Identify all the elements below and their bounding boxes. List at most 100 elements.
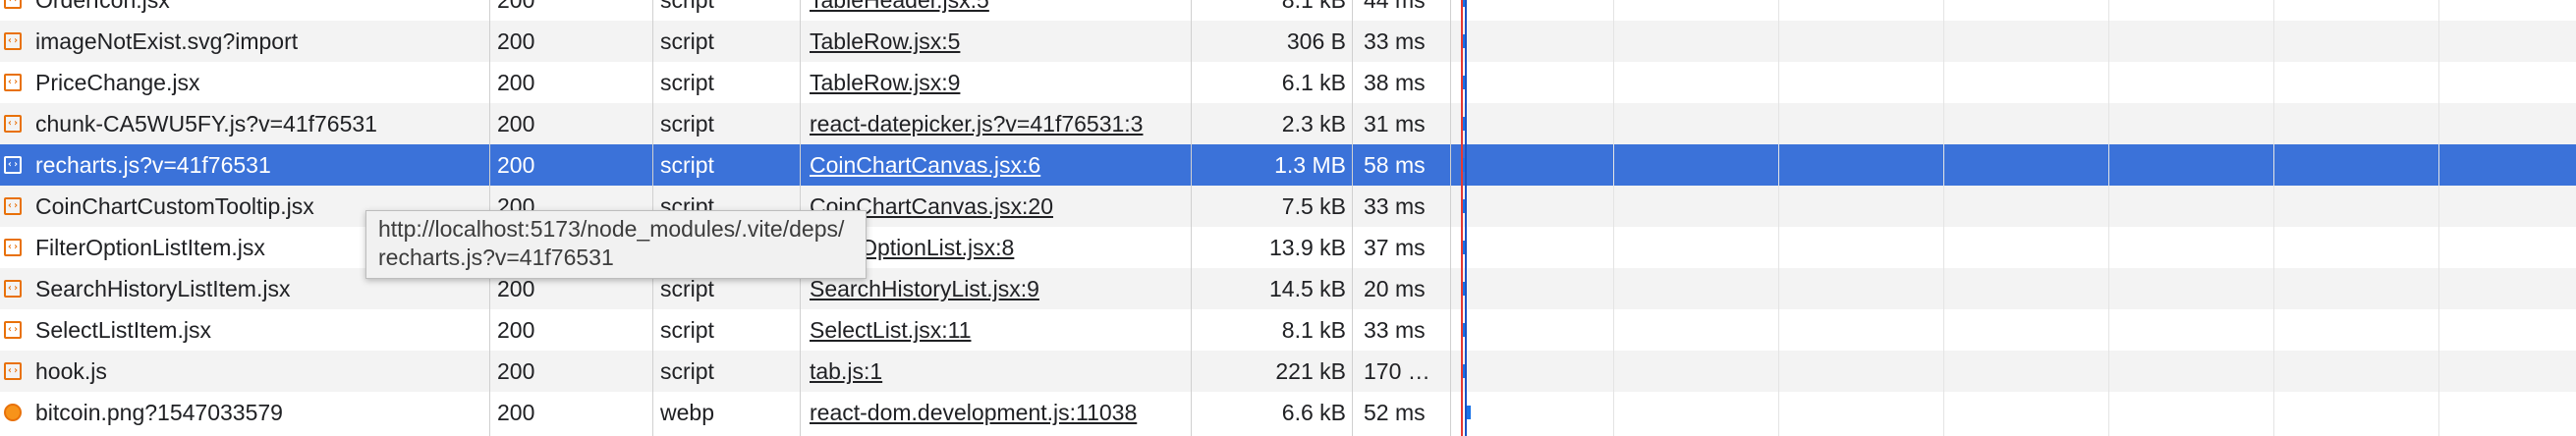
- script-file-icon: ‹›: [4, 197, 22, 215]
- domcontentloaded-marker: [1465, 0, 1467, 436]
- time-cell: 37 ms: [1364, 235, 1426, 260]
- time-cell: 170 …: [1364, 358, 1430, 384]
- initiator-cell: react-datepicker.js?v=41f76531:3: [802, 103, 1191, 144]
- size-column-divider[interactable]: [1352, 0, 1353, 436]
- request-name[interactable]: imageNotExist.svg?import: [35, 21, 298, 62]
- script-file-icon: ‹›: [4, 321, 22, 339]
- name-cell[interactable]: ‹› imageNotExist.svg?import: [0, 21, 489, 62]
- status-cell: 200: [497, 358, 535, 384]
- waterfall-gridline: [2438, 0, 2439, 436]
- size-cell: 7.5 kB: [1281, 193, 1346, 219]
- name-cell[interactable]: ‹› hook.js: [0, 351, 489, 392]
- status-cell: 200: [497, 111, 535, 136]
- request-name[interactable]: SearchHistoryListItem.jsx: [35, 268, 290, 309]
- waterfall-bar[interactable]: [1467, 406, 1471, 419]
- time-cell: 33 ms: [1364, 28, 1426, 54]
- time-cell: 33 ms: [1364, 317, 1426, 343]
- type-cell: script: [660, 111, 714, 136]
- initiator-cell: TableHeader.jsx:5: [802, 0, 1191, 21]
- request-name[interactable]: hook.js: [35, 351, 107, 392]
- waterfall-gridline: [1778, 0, 1779, 436]
- script-file-icon: ‹›: [4, 0, 22, 9]
- request-name[interactable]: CoinChartCustomTooltip.jsx: [35, 186, 314, 227]
- table-row[interactable]: ‹› OrderIcon.jsx 200 script TableHeader.jsx:…: [0, 0, 2576, 21]
- waterfall-gridline: [1613, 0, 1614, 436]
- size-cell: 6.6 kB: [1281, 400, 1346, 425]
- size-cell: 13.9 kB: [1269, 235, 1346, 260]
- request-name[interactable]: chunk-CA5WU5FY.js?v=41f76531: [35, 103, 377, 144]
- script-file-icon: ‹›: [4, 115, 22, 133]
- time-cell: 31 ms: [1364, 111, 1426, 136]
- request-name[interactable]: SelectListItem.jsx: [35, 309, 211, 351]
- table-row[interactable]: ‹› PriceChange.jsx 200 script TableRow.jsx:9…: [0, 62, 2576, 103]
- initiator-link[interactable]: SelectList.jsx:11: [810, 317, 971, 343]
- time-cell: 44 ms: [1364, 0, 1426, 13]
- time-cell: 58 ms: [1364, 152, 1426, 178]
- request-name[interactable]: recharts.js?v=41f76531: [35, 144, 271, 186]
- initiator-cell: react-dom.development.js:11038: [802, 392, 1191, 433]
- initiator-link[interactable]: SearchHistoryList.jsx:9: [810, 276, 1039, 301]
- initiator-cell: TableRow.jsx:9: [802, 62, 1191, 103]
- time-column-divider[interactable]: [1450, 0, 1451, 436]
- size-cell: 14.5 kB: [1269, 276, 1346, 301]
- script-file-icon: ‹›: [4, 239, 22, 256]
- type-cell: script: [660, 358, 714, 384]
- script-file-icon: ‹›: [4, 156, 22, 174]
- initiator-cell: tab.js:1: [802, 351, 1191, 392]
- initiator-link[interactable]: react-dom.development.js:11038: [810, 400, 1137, 425]
- initiator-link[interactable]: react-datepicker.js?v=41f76531:3: [810, 111, 1143, 136]
- table-row[interactable]: ‹› SelectListItem.jsx 200 script SelectList.…: [0, 309, 2576, 351]
- initiator-link[interactable]: CoinChartCanvas.jsx:6: [810, 152, 1040, 178]
- script-file-icon: ‹›: [4, 74, 22, 91]
- url-tooltip: http://localhost:5173/node_modules/.vite…: [365, 210, 867, 279]
- table-row[interactable]: ‹› hook.js 200 script tab.js:1 221 kB 170 …: [0, 351, 2576, 392]
- size-cell: 2.3 kB: [1281, 111, 1346, 136]
- tooltip-url-line-2: recharts.js?v=41f76531: [378, 245, 614, 270]
- script-file-icon: ‹›: [4, 280, 22, 298]
- waterfall-gridline: [1943, 0, 1944, 436]
- name-cell[interactable]: ‹› SelectListItem.jsx: [0, 309, 489, 351]
- script-file-icon: ‹›: [4, 32, 22, 50]
- size-cell: 6.1 kB: [1281, 70, 1346, 95]
- time-cell: 33 ms: [1364, 193, 1426, 219]
- status-cell: 200: [497, 70, 535, 95]
- initiator-link[interactable]: TableRow.jsx:9: [810, 70, 960, 95]
- status-cell: 200: [497, 400, 535, 425]
- name-cell[interactable]: ‹› OrderIcon.jsx: [0, 0, 489, 21]
- status-cell: 200: [497, 152, 535, 178]
- request-name[interactable]: PriceChange.jsx: [35, 62, 199, 103]
- initiator-link[interactable]: TableRow.jsx:5: [810, 28, 960, 54]
- table-row[interactable]: ‹› recharts.js?v=41f76531 200 script CoinCha…: [0, 144, 2576, 186]
- name-cell[interactable]: ‹› PriceChange.jsx: [0, 62, 489, 103]
- tooltip-url-line-1: http://localhost:5173/node_modules/.vite…: [378, 216, 845, 242]
- initiator-link[interactable]: tab.js:1: [810, 358, 882, 384]
- script-file-icon: ‹›: [4, 362, 22, 380]
- request-name[interactable]: FilterOptionListItem.jsx: [35, 227, 265, 268]
- table-row[interactable]: bitcoin.png?1547033579 200 webp react-dom.d…: [0, 392, 2576, 433]
- waterfall-gridline: [2273, 0, 2274, 436]
- type-cell: script: [660, 152, 714, 178]
- time-cell: 52 ms: [1364, 400, 1426, 425]
- type-cell: script: [660, 70, 714, 95]
- request-name[interactable]: OrderIcon.jsx: [35, 0, 170, 21]
- name-cell[interactable]: bitcoin.png?1547033579: [0, 392, 489, 433]
- status-cell: 200: [497, 0, 535, 13]
- table-row[interactable]: ‹› chunk-CA5WU5FY.js?v=41f76531 200 script r…: [0, 103, 2576, 144]
- size-cell: 1.3 MB: [1274, 152, 1346, 178]
- type-cell: script: [660, 28, 714, 54]
- initiator-column-divider[interactable]: [1191, 0, 1192, 436]
- size-cell: 8.1 kB: [1281, 317, 1346, 343]
- request-name[interactable]: bitcoin.png?1547033579: [35, 392, 283, 433]
- load-event-marker: [1461, 0, 1463, 436]
- name-cell[interactable]: ‹› chunk-CA5WU5FY.js?v=41f76531: [0, 103, 489, 144]
- time-cell: 38 ms: [1364, 70, 1426, 95]
- network-request-table: ‹› OrderIcon.jsx 200 script TableHeader.jsx:…: [0, 0, 2576, 436]
- image-file-icon: [4, 404, 22, 421]
- name-cell[interactable]: ‹› recharts.js?v=41f76531: [0, 144, 489, 186]
- time-cell: 20 ms: [1364, 276, 1426, 301]
- type-cell: webp: [660, 400, 714, 425]
- initiator-cell: TableRow.jsx:5: [802, 21, 1191, 62]
- type-cell: script: [660, 317, 714, 343]
- table-row[interactable]: ‹› imageNotExist.svg?import 200 script Table…: [0, 21, 2576, 62]
- initiator-link[interactable]: TableHeader.jsx:5: [810, 0, 989, 13]
